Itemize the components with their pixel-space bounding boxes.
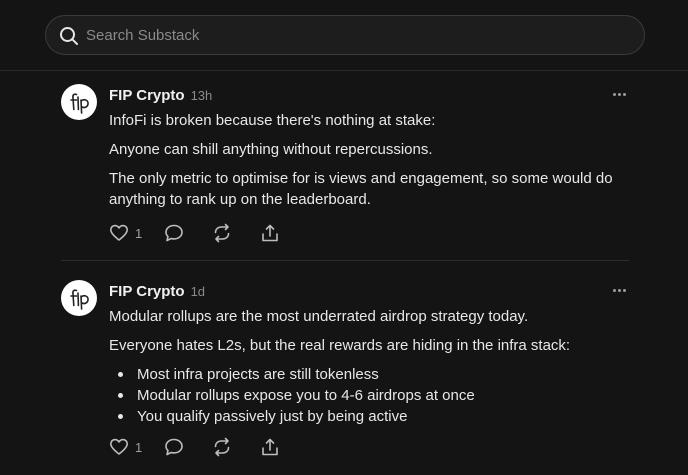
note-paragraph: InfoFi is broken because there's nothing… <box>109 112 436 129</box>
heart-icon <box>110 438 128 455</box>
like-button[interactable]: 1 <box>109 437 164 457</box>
restack-icon <box>214 437 230 457</box>
list-item: Most infra projects are still tokenless <box>109 364 634 385</box>
note-paragraph: Modular rollups are the most underrated … <box>109 308 529 325</box>
search-bar[interactable] <box>45 15 645 55</box>
author-name[interactable]: FIP Crypto <box>109 87 185 104</box>
note-actions: 1 <box>109 437 280 457</box>
search-input[interactable] <box>86 16 626 54</box>
restack-button[interactable] <box>212 437 260 457</box>
fip-logo-icon <box>70 289 89 310</box>
note-body: InfoFi is broken because there's nothing… <box>109 110 634 218</box>
note-paragraph: Everyone hates L2s, but the real rewards… <box>109 337 571 354</box>
avatar[interactable] <box>61 84 97 120</box>
substack-notes-feed: FIP Crypto 13h InfoFi is broken because t… <box>0 0 688 475</box>
heart-icon <box>110 224 128 241</box>
more-options-button[interactable] <box>609 282 629 298</box>
author-name[interactable]: FIP Crypto <box>109 283 185 300</box>
note-timestamp[interactable]: 1d <box>191 284 205 299</box>
comment-button[interactable] <box>164 437 212 457</box>
share-icon <box>262 438 278 456</box>
avatar[interactable] <box>61 280 97 316</box>
share-icon <box>262 224 278 242</box>
like-button[interactable]: 1 <box>109 223 164 243</box>
note-paragraph: The only metric to optimise for is views… <box>109 170 613 208</box>
search-icon <box>60 27 78 45</box>
note-body: Modular rollups are the most underrated … <box>109 306 634 427</box>
note-meta: FIP Crypto 13h <box>109 87 212 105</box>
like-count: 1 <box>135 225 143 241</box>
comment-icon <box>165 224 183 242</box>
more-options-button[interactable] <box>609 86 629 102</box>
note-paragraph: Anyone can shill anything without reperc… <box>109 141 433 158</box>
note-timestamp[interactable]: 13h <box>191 88 213 103</box>
like-count: 1 <box>135 439 143 455</box>
list-item: You qualify passively just by being acti… <box>109 406 634 427</box>
note-divider <box>61 260 629 261</box>
search-header <box>0 0 688 71</box>
comment-button[interactable] <box>164 223 212 243</box>
note-actions: 1 <box>109 223 280 243</box>
note-meta: FIP Crypto 1d <box>109 283 205 301</box>
fip-logo-icon <box>70 93 89 114</box>
more-horizontal-icon <box>612 288 616 292</box>
comment-icon <box>165 438 183 456</box>
note-bullet-list: Most infra projects are still tokenless … <box>109 364 634 427</box>
share-button[interactable] <box>260 223 280 243</box>
list-item: Modular rollups expose you to 4-6 airdro… <box>109 385 634 406</box>
share-button[interactable] <box>260 437 280 457</box>
restack-icon <box>214 223 230 243</box>
restack-button[interactable] <box>212 223 260 243</box>
more-horizontal-icon <box>612 92 616 96</box>
